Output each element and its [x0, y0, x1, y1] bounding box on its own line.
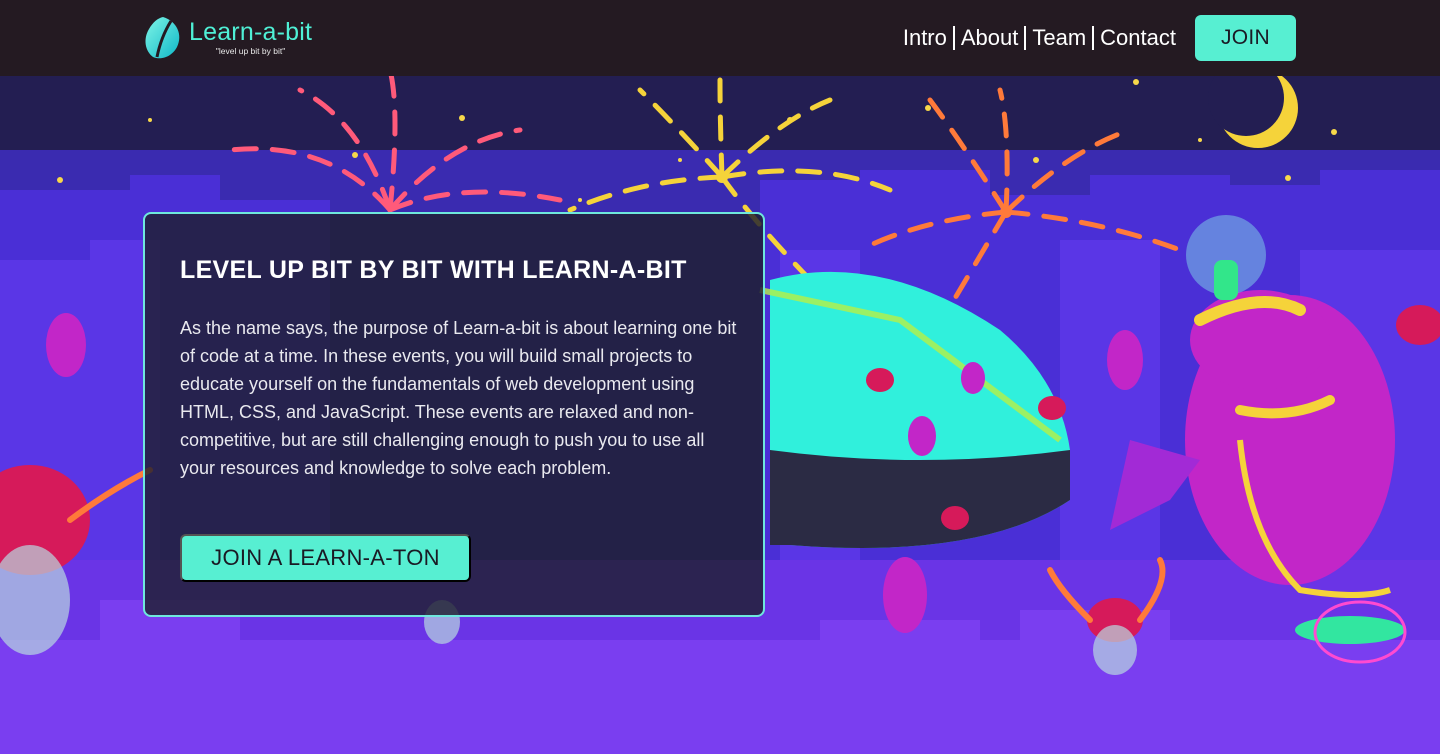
- nav-intro-link[interactable]: Intro: [899, 25, 951, 51]
- nav-contact-link[interactable]: Contact: [1096, 25, 1180, 51]
- site-header: Learn-a-bit "level up bit by bit" Intro …: [0, 0, 1440, 76]
- nav-divider: [1092, 26, 1095, 50]
- hero-title: LEVEL UP BIT BY BIT WITH LEARN-A-BIT: [180, 256, 687, 284]
- brand-name: Learn-a-bit: [189, 18, 313, 46]
- main-nav: Intro About Team Contact: [899, 0, 1180, 76]
- leaf-logo-icon: [145, 17, 180, 59]
- nav-divider: [1024, 26, 1027, 50]
- hero-description: As the name says, the purpose of Learn-a…: [180, 318, 737, 478]
- hero-card: LEVEL UP BIT BY BIT WITH LEARN-A-BIT As …: [143, 212, 765, 617]
- join-button[interactable]: JOIN: [1195, 15, 1296, 61]
- brand-logo[interactable]: Learn-a-bit "level up bit by bit": [143, 14, 312, 62]
- nav-about-link[interactable]: About: [957, 25, 1023, 51]
- brand-tagline: "level up bit by bit": [215, 46, 286, 56]
- nav-divider: [952, 26, 955, 50]
- join-learn-a-ton-button[interactable]: JOIN A LEARN-A-TON: [180, 534, 471, 582]
- nav-team-link[interactable]: Team: [1028, 25, 1090, 51]
